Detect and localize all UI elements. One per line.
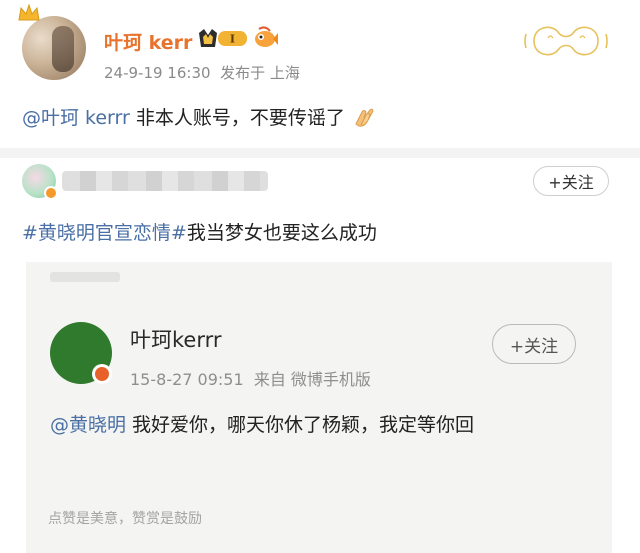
username[interactable]: 叶珂 kerr	[104, 28, 192, 55]
embed-footer: 点赞是美意，赞赏是鼓励	[48, 511, 202, 527]
vip-badge-icon: I	[199, 29, 247, 47]
embed-date: 15-8-27 09:51	[130, 370, 244, 389]
svg-text:I: I	[230, 33, 235, 46]
verified-icon	[44, 186, 58, 200]
blurred-username[interactable]	[62, 171, 268, 191]
embed-follow-button: +关注	[492, 324, 576, 364]
post-text: @叶珂 kerrr 非本人账号，不要传谣了	[22, 103, 377, 130]
post-meta: 24-9-19 16:30 发布于 上海	[104, 62, 300, 83]
hashtag-link[interactable]: #黄晓明官宣恋情#	[22, 222, 187, 244]
embed-source: 来自 微博手机版	[253, 370, 371, 389]
embed-verified-icon	[92, 364, 112, 384]
post-body: 非本人账号，不要传谣了	[129, 107, 345, 129]
top-post: 叶珂 kerr I 24-9-19 16:30 发布于 上海 @叶珂 kerrr…	[0, 0, 640, 148]
fish-icon	[255, 26, 278, 47]
embed-mention: @黄晓明	[50, 414, 127, 436]
embed-username: 叶珂kerrr	[130, 328, 222, 352]
embed-text: @黄晓明 我好爱你，哪天你休了杨颖，我定等你回	[50, 410, 474, 437]
repost: +关注 #黄晓明官宣恋情#我当梦女也要这么成功 叶珂kerrr 15-8-27 …	[0, 158, 640, 553]
post-separator	[0, 148, 640, 158]
user-avatar[interactable]	[22, 16, 86, 80]
post-location: 发布于 上海	[220, 64, 300, 82]
mention-link[interactable]: @叶珂 kerrr	[22, 107, 130, 129]
embed-meta: 15-8-27 09:51 来自 微博手机版	[130, 366, 371, 390]
crown-icon	[18, 4, 40, 21]
embed-status-bar	[50, 272, 120, 282]
repost-text: #黄晓明官宣恋情#我当梦女也要这么成功	[22, 218, 377, 245]
card-decoration-icon	[524, 26, 608, 56]
follow-button[interactable]: +关注	[533, 166, 609, 196]
post-date: 24-9-19 16:30	[104, 64, 211, 82]
embedded-screenshot[interactable]: 叶珂kerrr 15-8-27 09:51 来自 微博手机版 +关注 @黄晓明 …	[26, 262, 612, 553]
clap-hands-icon	[355, 108, 374, 127]
embed-body: 我好爱你，哪天你休了杨颖，我定等你回	[126, 414, 475, 436]
repost-body: 我当梦女也要这么成功	[186, 222, 377, 244]
